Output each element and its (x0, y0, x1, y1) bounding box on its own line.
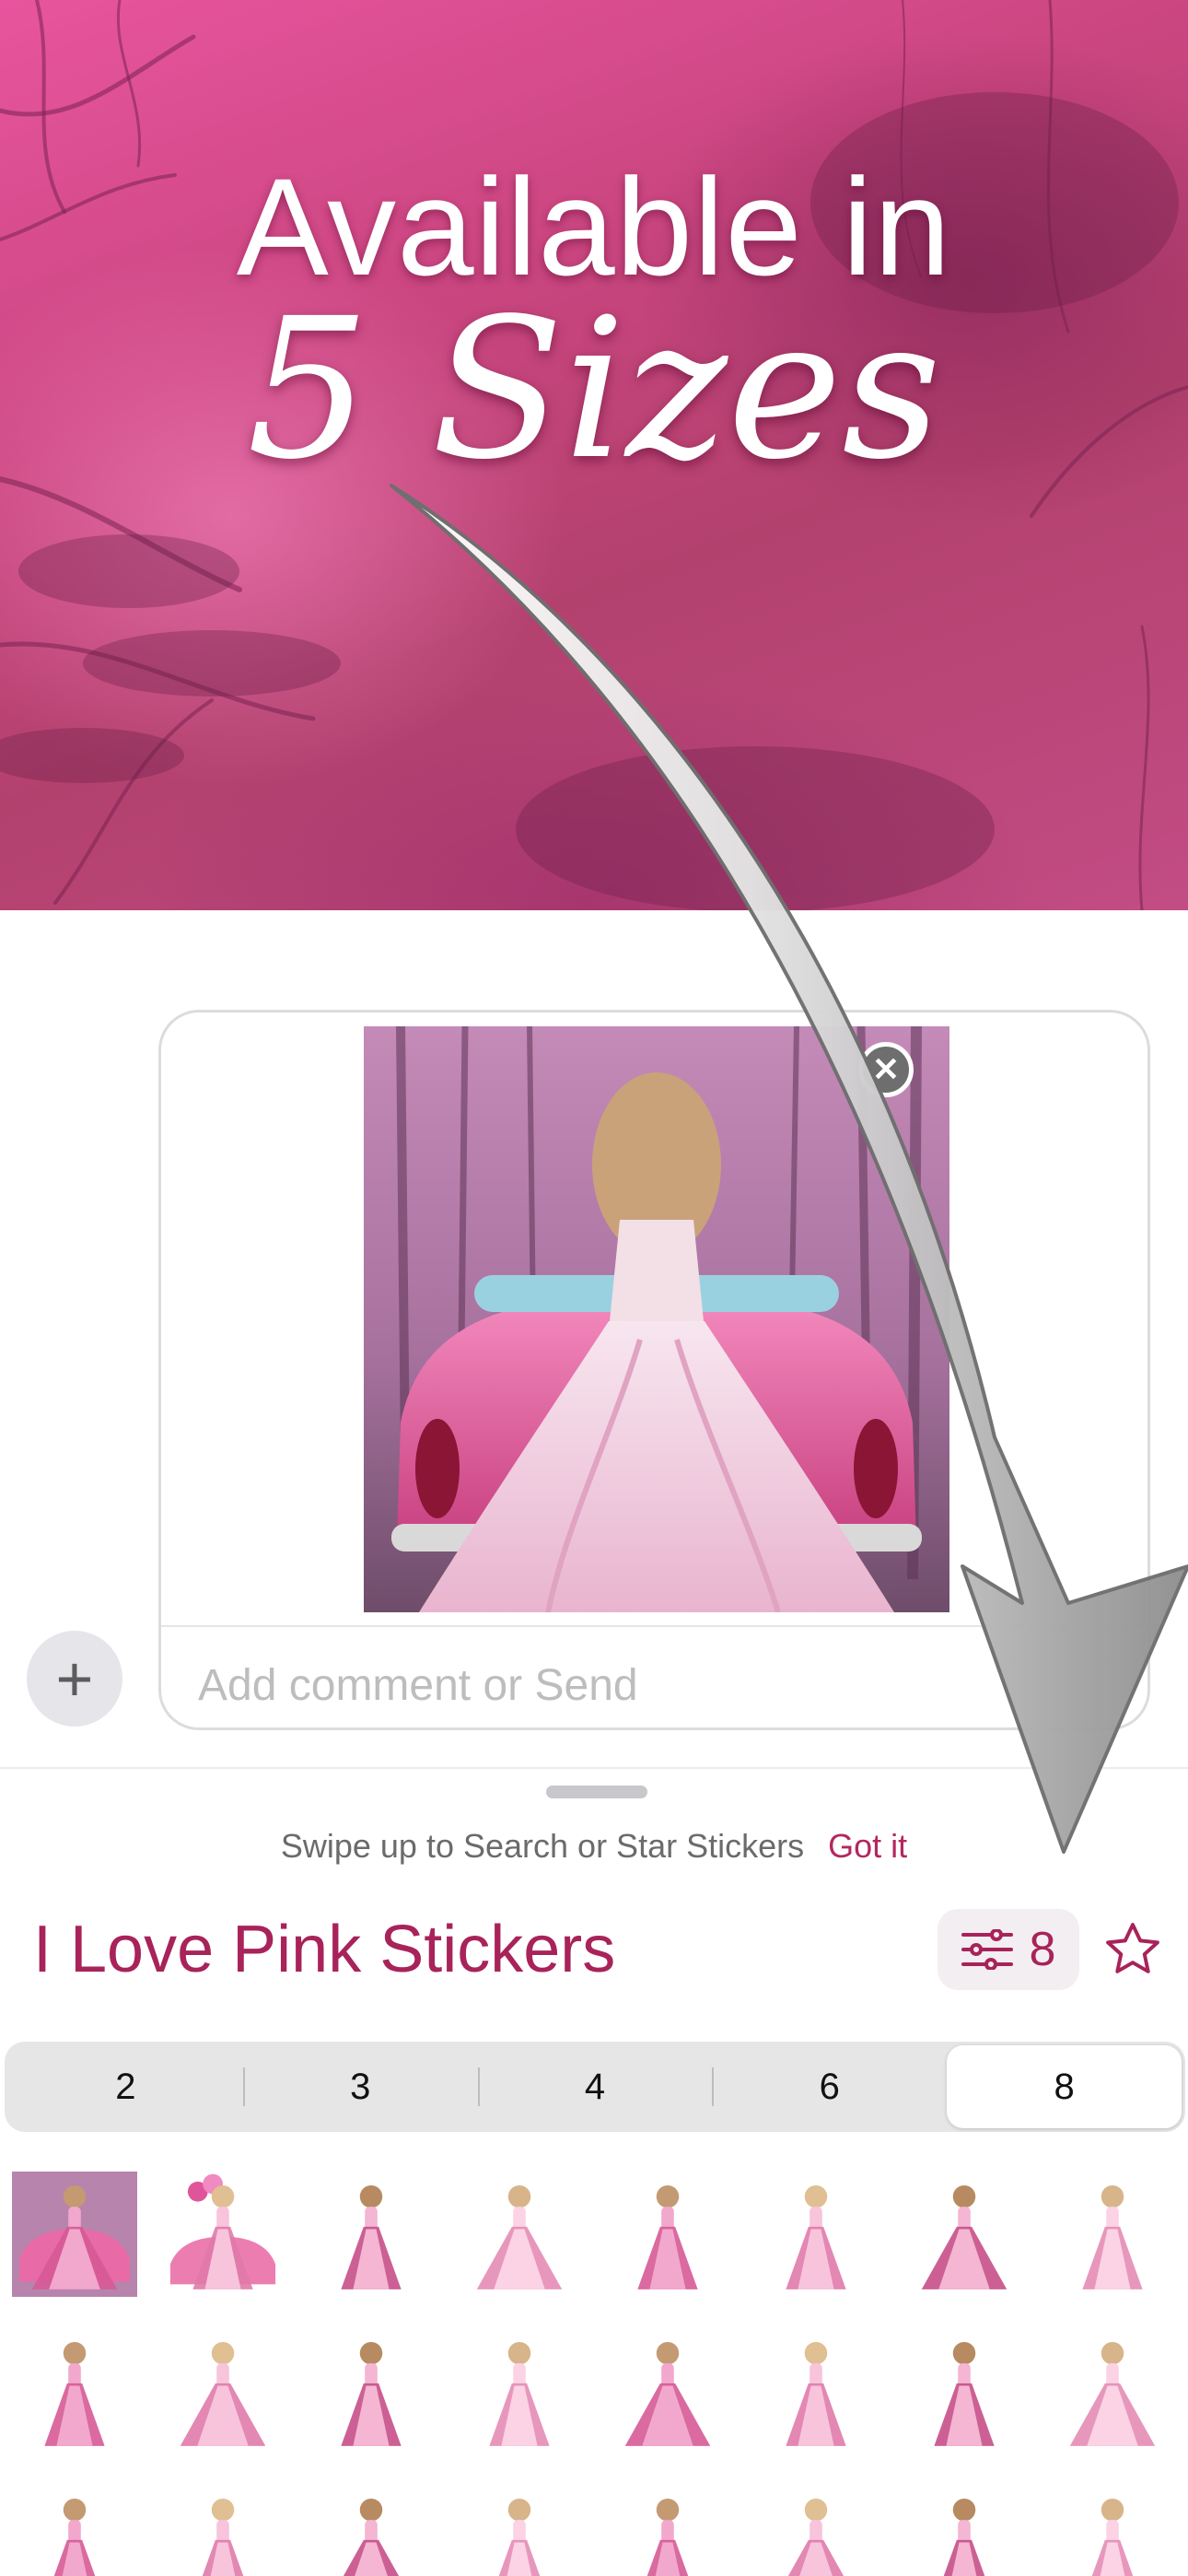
plus-icon: + (55, 1643, 94, 1715)
sticker-cowgirl-horse[interactable] (297, 2313, 445, 2469)
sticker-girl-pink-sofa[interactable] (1038, 2469, 1186, 2576)
sticker-thumbnail-image (343, 2498, 399, 2576)
sticker-thumbnail-image (340, 2341, 402, 2446)
size-option-4[interactable]: 4 (477, 2045, 713, 2128)
sticker-thumbnail-image (636, 2184, 698, 2289)
sticker-girl-birthday-cake[interactable] (148, 2469, 297, 2576)
swipe-hint-text: Swipe up to Search or Star Stickers (280, 1827, 805, 1865)
sticker-thumbnail-image (624, 2341, 710, 2446)
sticker-thumbnail-image (53, 2498, 95, 2576)
sticker-thumbnail-image (340, 2184, 402, 2289)
sticker-girl-pink-balloon[interactable] (593, 2469, 741, 2576)
sticker-tennis-player[interactable] (890, 2313, 1038, 2469)
size-option-8[interactable]: 8 (947, 2045, 1182, 2128)
sliders-icon (961, 1929, 1013, 1970)
star-pack-button[interactable] (1101, 1918, 1164, 1981)
sticker-girl-pink-armchair[interactable] (890, 2469, 1038, 2576)
size-segmented-control: 2 3 4 6 8 (5, 2042, 1185, 2132)
sticker-girl-pink-overalls[interactable] (741, 2313, 890, 2469)
remove-sticker-button[interactable]: ✕ (858, 1042, 914, 1097)
sticker-bride-pink-convertible-scene[interactable] (0, 2156, 148, 2313)
sticker-girl-with-dog[interactable] (297, 2156, 445, 2313)
got-it-button[interactable]: Got it (828, 1827, 907, 1865)
attached-sticker-preview[interactable] (364, 1026, 949, 1612)
drawer-grabber-handle[interactable] (546, 1786, 647, 1798)
sticker-thumbnail-image (646, 2498, 688, 2576)
bride-car-sticker-image (364, 1026, 949, 1612)
sticker-gown-back-view[interactable] (890, 2156, 1038, 2313)
size-filter-button[interactable]: 8 (938, 1909, 1079, 1990)
comment-input[interactable] (198, 1657, 1027, 1713)
sticker-thumbnail-image (43, 2341, 105, 2446)
message-composer: ✕ (158, 1010, 1150, 1730)
sticker-thumbnail-image (1081, 2184, 1143, 2289)
sticker-pack-title: I Love Pink Stickers (33, 1913, 616, 1986)
swipe-hint: Swipe up to Search or Star Stickers Got i… (0, 1827, 1188, 1866)
sticker-girl-lifting-weights[interactable] (0, 2313, 148, 2469)
sticker-thumbnail-image (476, 2184, 562, 2289)
sticker-thumbnail-image (1069, 2341, 1155, 2446)
star-icon (1106, 1923, 1159, 1973)
size-option-2[interactable]: 2 (8, 2045, 243, 2128)
sticker-thumbnail-image (180, 2341, 265, 2446)
sticker-chef-donut-cake[interactable] (1038, 2156, 1186, 2313)
sticker-girl-pink-tracksuit[interactable] (0, 2469, 148, 2576)
sticker-pink-ballgown[interactable] (741, 2156, 890, 2313)
sticker-girl-pink-jacket[interactable] (593, 2313, 741, 2469)
sticker-girl-pink-outfit[interactable] (445, 2469, 593, 2576)
sticker-girl-flowers-dress[interactable] (297, 2469, 445, 2576)
sticker-girl-pink-coat[interactable] (445, 2156, 593, 2313)
sticker-thumbnail-image (11, 2172, 137, 2297)
add-attachment-button[interactable]: + (27, 1631, 122, 1727)
sticker-thumbnail-image (488, 2341, 550, 2446)
sticker-thumbnail-image (785, 2184, 846, 2289)
drawer-separator (0, 1767, 1188, 1769)
hero-banner: Available in 5 Sizes (0, 0, 1188, 910)
sticker-thumbnail-image (787, 2498, 844, 2576)
sticker-thumbnail-image (202, 2498, 243, 2576)
size-option-6[interactable]: 6 (712, 2045, 947, 2128)
sticker-wedding-couple[interactable] (593, 2156, 741, 2313)
sticker-girl-pink-dress-standing[interactable] (1038, 2313, 1186, 2469)
sticker-thumbnail-image (1091, 2498, 1133, 2576)
size-option-3[interactable]: 3 (242, 2045, 478, 2128)
sticker-girl-holding-puppy[interactable] (148, 2313, 297, 2469)
sticker-thumbnail-image (169, 2173, 275, 2289)
sticker-thumbnail-image (933, 2341, 995, 2446)
sticker-bride-pink-car-balloons[interactable] (148, 2156, 297, 2313)
sticker-girl-pink-ruffle-dress[interactable] (445, 2313, 593, 2469)
sticker-thumbnail-image (921, 2184, 1007, 2289)
sticker-girl-balloons-bunch[interactable] (741, 2469, 890, 2576)
hero-subtitle: 5 Sizes (246, 276, 942, 502)
sticker-grid (0, 2156, 1188, 2576)
filter-count: 8 (1029, 1923, 1056, 1976)
close-icon: ✕ (871, 1050, 901, 1088)
sticker-thumbnail-image (498, 2498, 540, 2576)
sticker-thumbnail-image (943, 2498, 984, 2576)
sticker-thumbnail-image (785, 2341, 846, 2446)
composer-divider (161, 1625, 1147, 1627)
